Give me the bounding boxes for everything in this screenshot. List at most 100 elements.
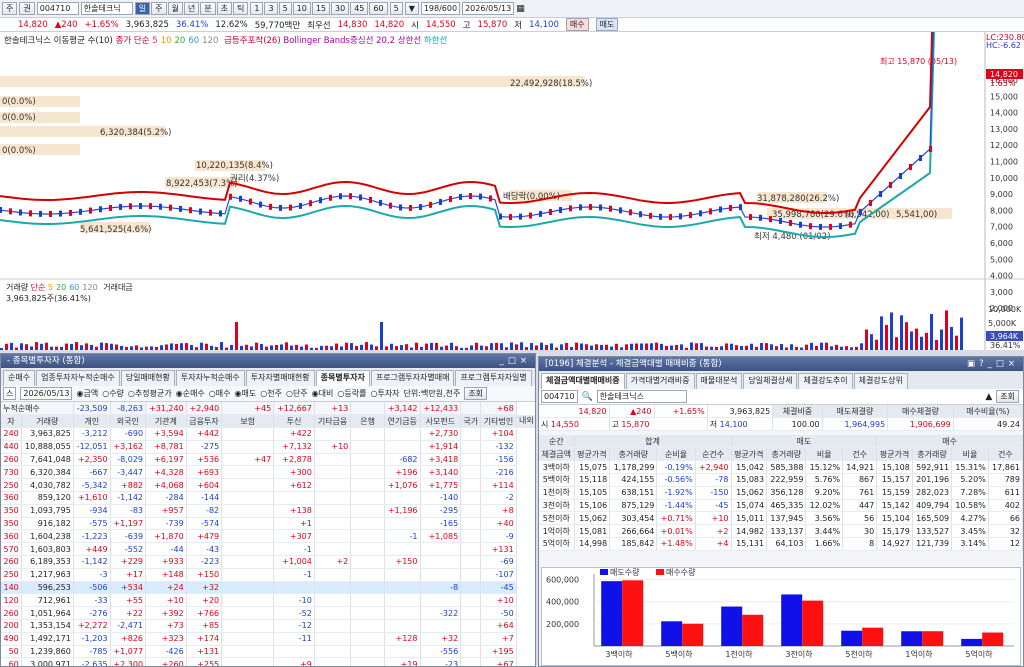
analysis-name-field[interactable]: 한솔테크닉스: [597, 390, 687, 403]
date-field[interactable]: 2026/05/13: [462, 2, 514, 15]
minute-5-button[interactable]: 5: [279, 2, 292, 15]
table-row[interactable]: 360 859,120 +1,610 -1,142 -284 -144 -140 -2: [1, 492, 536, 505]
bar-count-field[interactable]: 198/600: [421, 2, 460, 15]
chart-type-button[interactable]: 주: [2, 2, 17, 15]
investor-option-8[interactable]: ◉대비: [312, 388, 334, 399]
investor-col-header[interactable]: 국가: [461, 415, 481, 428]
custom-period-button[interactable]: 5: [390, 2, 403, 15]
analysis-tab-2[interactable]: 매물대분석: [696, 373, 743, 389]
calendar-icon[interactable]: ▦: [516, 4, 525, 14]
analysis-up-icon[interactable]: ▲: [985, 392, 992, 402]
amount-row[interactable]: 5백이하 15,118 424,155 -0.56% -78 15,083 222,959 5…: [539, 473, 1023, 486]
table-row[interactable]: 350 1,093,795 -934 -83 +957 -82 +138 +1,196 -295…: [1, 504, 536, 517]
investor-tab-0[interactable]: 순매수: [3, 370, 35, 386]
minute-1-button[interactable]: 1: [250, 2, 263, 15]
radio-icon[interactable]: ○: [128, 389, 135, 398]
radio-icon[interactable]: ◉: [312, 389, 319, 398]
investor-option-1[interactable]: ○수량: [102, 388, 124, 399]
period-5-button[interactable]: 초: [217, 2, 232, 15]
table-row[interactable]: 60 3,000,971 -2,635 +2,300 +260 +255 +9 +19 -23 +…: [1, 658, 536, 667]
investor-tab-6[interactable]: 프로그램투자자별매매: [371, 370, 455, 386]
investor-stock-field[interactable]: 스: [3, 387, 16, 400]
amount-col-header[interactable]: 평균가격: [574, 448, 610, 461]
table-row[interactable]: 140 596,253 -506 +534 +24 +32 -8 -45: [1, 581, 536, 594]
rights-button[interactable]: 권: [19, 2, 34, 15]
table-row[interactable]: 260 1,051,964 -276 +22 +392 +766 -52 -322 -50: [1, 607, 536, 620]
investor-tab-2[interactable]: 당일매매현황: [121, 370, 175, 386]
analysis-code-field[interactable]: 004710: [541, 390, 578, 403]
investor-option-4[interactable]: ○매수: [209, 388, 231, 399]
investor-col-header[interactable]: 내외: [516, 415, 536, 428]
investor-option-10[interactable]: ○투자자: [370, 388, 399, 399]
amount-col-header[interactable]: 비율: [952, 448, 989, 461]
buy-button[interactable]: 매수: [566, 18, 589, 31]
investor-col-header[interactable]: 연기금등: [385, 415, 420, 428]
analysis-search-icon[interactable]: 🔍: [582, 392, 593, 402]
analysis-tab-3[interactable]: 당일체결상세: [743, 373, 797, 389]
period-2-button[interactable]: 월: [168, 2, 183, 15]
sell-button[interactable]: 매도: [596, 18, 619, 31]
investor-option-7[interactable]: ○단주: [286, 388, 308, 399]
amount-row[interactable]: 3백이하 15,075 1,178,299 -0.19% +2,940 15,042 585…: [539, 461, 1023, 474]
investor-col-header[interactable]: 보험: [222, 415, 274, 428]
table-row[interactable]: 490 1,492,171 -1,203 +826 +323 +174 -11 +128 +32…: [1, 632, 536, 645]
investor-tab-4[interactable]: 투자자별매매현황: [246, 370, 315, 386]
radio-icon[interactable]: ◉: [235, 389, 242, 398]
table-row[interactable]: 350 916,182 -575 +1,197 -739 -574 +1 -165 +40: [1, 517, 536, 530]
amount-row[interactable]: 5억이하 14,998 185,842 +1.48% +4 15,131 64,103 1.6…: [539, 537, 1023, 550]
amount-col-header[interactable]: 건수: [843, 448, 877, 461]
investor-option-3[interactable]: ◉순매수: [176, 388, 205, 399]
minute-30-button[interactable]: 30: [331, 2, 349, 15]
amount-col-header[interactable]: 건수: [988, 448, 1022, 461]
table-row[interactable]: 50 1,239,860 -785 +1,077 -426 +131 -556 +195: [1, 645, 536, 658]
table-row[interactable]: 260 6,189,353 -1,142 +229 +933 -223 +1,004 +2 +1…: [1, 556, 536, 569]
amount-col-header[interactable]: 총거래량: [912, 448, 951, 461]
stock-code-input[interactable]: 004710: [37, 2, 79, 15]
table-row[interactable]: 260 7,641,048 +2,350 -8,029 +6,197 +536 +47 +2,…: [1, 453, 536, 466]
window-controls[interactable]: _□×: [500, 354, 531, 368]
analysis-tab-0[interactable]: 체결금액대별매매비중: [541, 373, 625, 389]
investor-date-field[interactable]: 2026/05/13: [20, 387, 72, 400]
radio-icon[interactable]: ○: [209, 389, 216, 398]
radio-icon[interactable]: ◉: [176, 389, 183, 398]
amount-row[interactable]: 5천이하 15,062 303,454 +0.71% +10 15,011 137,945 3…: [539, 512, 1023, 525]
investor-col-header[interactable]: 기관계: [146, 415, 187, 428]
analysis-tab-1[interactable]: 가격대별거래비중: [626, 373, 695, 389]
table-row[interactable]: 570 1,603,803 +449 -552 -44 -43 -1 +131: [1, 543, 536, 556]
amount-col-header[interactable]: 비율: [806, 448, 843, 461]
investor-col-header[interactable]: 금융투자: [186, 415, 221, 428]
investor-col-header[interactable]: 개인: [73, 415, 110, 428]
window-controls-right[interactable]: ▣?_□×: [967, 357, 1019, 371]
investor-tab-1[interactable]: 업종투자자누적순매수: [36, 370, 120, 386]
amount-col-header[interactable]: 순건수: [695, 448, 731, 461]
minute-45-button[interactable]: 45: [350, 2, 368, 15]
investor-window-title[interactable]: - 종목별투자자 (통합) _□×: [1, 354, 535, 368]
minute-10-button[interactable]: 10: [293, 2, 311, 15]
trade-analysis-title[interactable]: [0196] 체결분석 - 체결금액대별 매매비중 (통합) ▣?_□×: [539, 357, 1023, 371]
table-row[interactable]: 240 3,963,825 -3,212 -690 +3,594 +442 +422 +2,7…: [1, 428, 536, 441]
period-3-button[interactable]: 년: [184, 2, 199, 15]
minute-60-button[interactable]: 60: [369, 2, 387, 15]
amount-col-header[interactable]: 평균가격: [731, 448, 767, 461]
investor-option-6[interactable]: ○천주: [260, 388, 282, 399]
table-row[interactable]: 120 712,961 -33 +55 +10 +20 -10 +10: [1, 594, 536, 607]
price-chart[interactable]: 한솔테크닉스 이동평균 수(10) 종가 단순 5 10 20 60 120 급등주포착…: [0, 32, 1024, 350]
amount-col-header[interactable]: 총거래량: [767, 448, 806, 461]
investor-col-header[interactable]: 기타금융: [314, 415, 350, 428]
investor-col-header[interactable]: 거래량: [21, 415, 73, 428]
period-1-button[interactable]: 주: [151, 2, 166, 15]
minute-3-button[interactable]: 3: [264, 2, 277, 15]
table-row[interactable]: 360 1,604,238 -1,223 -639 +1,870 +479 +307 -1 +1…: [1, 530, 536, 543]
amount-row[interactable]: 1억이하 15,081 266,664 +0.01% +2 14,982 133,137 3.…: [539, 525, 1023, 538]
stock-name-field[interactable]: 한솔테크닉: [81, 2, 133, 15]
investor-option-0[interactable]: ◉금액: [76, 388, 98, 399]
investor-col-header[interactable]: 투신: [274, 415, 315, 428]
investor-tab-5[interactable]: 종목별투자자: [316, 370, 370, 386]
investor-col-header[interactable]: 은행: [351, 415, 385, 428]
period-0-button[interactable]: 일: [135, 2, 150, 15]
table-row[interactable]: 440 10,888,055 -12,051 +3,162 +8,781 -275 +7,1…: [1, 440, 536, 453]
investor-col-header[interactable]: 사모펀드: [420, 415, 461, 428]
amount-col-header[interactable]: 평균가격: [877, 448, 913, 461]
minute-15-button[interactable]: 15: [312, 2, 330, 15]
period-dropdown-button[interactable]: ▼: [405, 2, 419, 15]
